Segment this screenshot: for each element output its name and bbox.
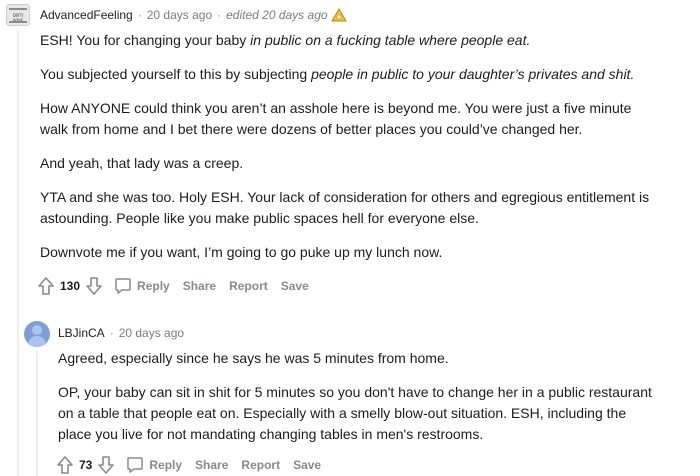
comment-meta: AdvancedFeeling · 20 days ago · edited 2… [40,8,347,22]
comment-actions: 130 Reply Share Report Save [36,275,309,297]
vote-score: 73 [79,458,93,472]
award-icon[interactable] [330,8,347,22]
share-button[interactable]: Share [183,279,216,293]
comment-meta: LBJinCA · 20 days ago [58,326,184,340]
separator-dot: · [137,8,142,22]
avatar[interactable]: DIRTY WAVE [6,4,30,26]
comment-author[interactable]: AdvancedFeeling [40,8,133,22]
comment-timestamp[interactable]: 20 days ago [147,8,212,22]
comment-paragraph: You subjected yourself to this by subjec… [40,66,635,82]
reply-button[interactable]: Reply [126,456,182,474]
comment-paragraph: YTA and she was too. Holy ESH. Your lack… [40,189,650,226]
comment-paragraph: Downvote me if you want, I’m going to go… [40,244,443,260]
reply-label: Reply [137,279,170,293]
share-button[interactable]: Share [195,458,228,472]
thread-line-2[interactable] [36,351,38,476]
separator-dot: · [109,326,114,340]
downvote-icon[interactable] [84,275,104,297]
upvote-icon[interactable] [55,454,75,476]
comment-icon [127,457,144,473]
upvote-icon[interactable] [36,275,56,297]
comment-body: Agreed, especially since he says he was … [58,348,658,445]
comment-author[interactable]: LBJinCA [58,326,105,340]
comment-paragraph: Agreed, especially since he says he was … [58,350,449,366]
report-button[interactable]: Report [241,458,280,472]
comment-actions: 73 Reply Share Report Save [55,454,321,476]
separator-dot: · [217,8,222,22]
save-button[interactable]: Save [281,279,309,293]
save-button[interactable]: Save [293,458,321,472]
comment-paragraph: ESH! You for changing your baby in publi… [40,32,531,48]
comment-timestamp[interactable]: 20 days ago [119,326,184,340]
report-button[interactable]: Report [229,279,268,293]
avatar[interactable] [24,321,50,347]
comment-paragraph: How ANYONE could think you aren’t an ass… [40,100,632,137]
downvote-icon[interactable] [96,454,116,476]
comment-icon [115,278,131,294]
comment-body: ESH! You for changing your baby in publi… [40,30,660,263]
edited-timestamp: edited 20 days ago [226,8,328,22]
reply-label: Reply [149,458,183,472]
reply-button[interactable]: Reply [114,277,170,295]
comment-paragraph: And yeah, that lady was a creep. [40,155,244,171]
thread-line-1[interactable] [17,30,19,476]
comment-paragraph: OP, your baby can sit in shit for 5 minu… [58,384,652,442]
vote-score: 130 [60,279,81,293]
